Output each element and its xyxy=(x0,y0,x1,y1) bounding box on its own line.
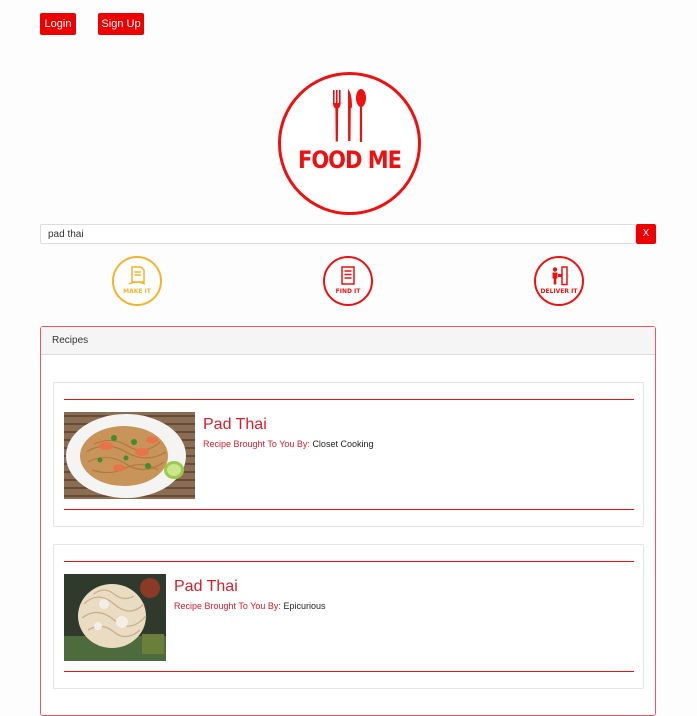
credit-label: Recipe Brought To You By: xyxy=(174,601,281,611)
recipe-source: Epicurious xyxy=(283,601,326,611)
make-it-button[interactable]: MAKE IT xyxy=(112,256,162,306)
deliver-it-button[interactable]: DELIVER IT xyxy=(534,256,584,306)
recipe-title[interactable]: Pad Thai xyxy=(174,578,238,596)
recipe-book-icon xyxy=(128,266,146,285)
recipe-card[interactable]: Pad Thai Recipe Brought To You By: Close… xyxy=(53,382,644,527)
make-it-label: MAKE IT xyxy=(123,288,151,295)
credit-label: Recipe Brought To You By: xyxy=(203,439,310,449)
divider xyxy=(64,671,634,672)
panel-header: Recipes xyxy=(41,327,655,355)
divider xyxy=(64,509,634,510)
recipe-credit: Recipe Brought To You By: Closet Cooking xyxy=(203,439,373,449)
find-it-button[interactable]: FIND IT xyxy=(323,256,373,306)
deliver-it-label: DELIVER IT xyxy=(540,288,578,295)
divider xyxy=(64,561,634,562)
clear-search-button[interactable]: X xyxy=(636,224,656,244)
food-me-logo: FOOD ME xyxy=(278,72,421,215)
menu-icon xyxy=(341,266,355,285)
recipe-credit: Recipe Brought To You By: Epicurious xyxy=(174,601,325,611)
signup-button[interactable]: Sign Up xyxy=(98,13,144,35)
recipe-source: Closet Cooking xyxy=(312,439,374,449)
delivery-door-icon xyxy=(552,266,568,286)
recipe-image xyxy=(64,574,166,661)
find-it-label: FIND IT xyxy=(335,288,361,295)
recipe-title[interactable]: Pad Thai xyxy=(203,416,267,434)
search-input[interactable] xyxy=(40,224,636,244)
fork-knife-spoon-icon xyxy=(333,89,366,142)
logo-text: FOOD ME xyxy=(297,146,402,174)
login-button[interactable]: Login xyxy=(40,13,76,35)
recipe-card[interactable]: Pad Thai Recipe Brought To You By: Epicu… xyxy=(53,544,644,689)
recipe-image xyxy=(64,412,195,499)
recipes-panel: Recipes Pad Thai Recipe Brought To You B… xyxy=(40,326,656,716)
divider xyxy=(64,399,634,400)
